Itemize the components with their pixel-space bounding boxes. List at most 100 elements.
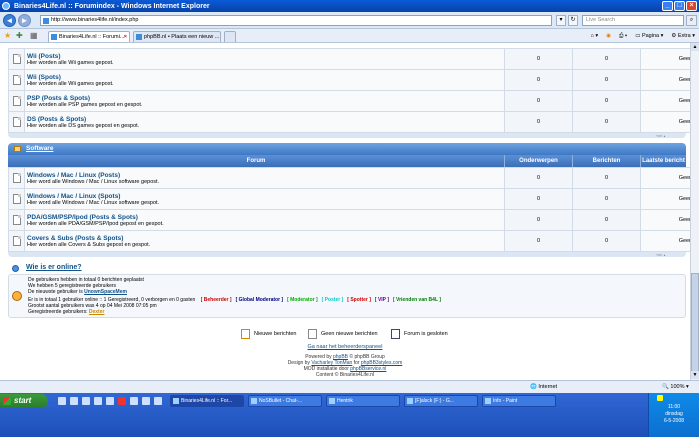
home-icon[interactable]: ⌂ ▾ [591, 31, 599, 41]
quicklaunch-icon[interactable] [82, 397, 90, 405]
quicklaunch-icon[interactable] [118, 397, 126, 405]
page-viewport: Wii (Posts) Hier worden alle Wii games ge… [0, 43, 690, 380]
forum-description: Hier worden alle PSP games gepost en ges… [27, 101, 143, 108]
quicklaunch-icon[interactable] [154, 397, 162, 405]
group-legend-item[interactable]: [ Moderator ] [287, 297, 318, 303]
security-zone: 🌐 Internet [530, 384, 558, 390]
legend-new-posts: Nieuwe berichten [241, 328, 297, 340]
forum-link[interactable]: PDA/GSM/PSP/Ipod (Posts & Spots) [27, 214, 504, 221]
forum-row: Covers & Subs (Posts & Spots) Hier worden… [8, 230, 690, 252]
quicklaunch-icon[interactable] [142, 397, 150, 405]
group-legend-item[interactable]: [ Beheerder ] [201, 297, 232, 303]
search-icon[interactable]: ⌕ [686, 15, 697, 26]
forum-posts: 0 [572, 111, 641, 133]
online-user-link[interactable]: Dexter [89, 309, 105, 315]
forum-row: PSP (Posts & Spots) Hier worden alle PSP … [8, 90, 690, 112]
quicklaunch-icon[interactable] [70, 397, 78, 405]
clock[interactable]: 11:00 [649, 404, 699, 410]
forum-status-cell [8, 69, 25, 91]
group-legend-item[interactable]: [ Vrienden van B4L ] [393, 297, 441, 303]
forum-topics: 0 [504, 69, 573, 91]
back-button[interactable]: ◄ [3, 14, 16, 27]
category-footer: TOP ▲ [8, 252, 686, 257]
maximize-button[interactable]: □ [674, 1, 685, 11]
forum-topics: 0 [504, 167, 573, 189]
scroll-thumb[interactable] [691, 273, 699, 373]
taskbar-button[interactable]: Binaries4Life.nl :: For... [170, 395, 244, 407]
taskbar-button[interactable]: [F]alsck (F:) - G... [404, 395, 478, 407]
taskbar-button[interactable]: NoSBullet - Chat-... [248, 395, 322, 407]
search-input[interactable]: Live Search [582, 15, 684, 26]
tab-bar: ★ ✚ ▦ Binaries4Life.nl :: Forumi... × ph… [0, 29, 699, 43]
forum-topics: 0 [504, 230, 573, 252]
forum-link[interactable]: Wii (Posts) [27, 53, 504, 60]
forum-link[interactable]: DS (Posts & Spots) [27, 116, 504, 123]
tab-label: phpBB.nl • Plaats een nieuw ... [144, 34, 220, 40]
address-field[interactable]: http://www.binaries4life.nl/index.php [40, 15, 552, 26]
group-legend-item[interactable]: [ Poster ] [322, 297, 344, 303]
taskbar-button[interactable]: Hentrik [326, 395, 400, 407]
locked-forum-icon [391, 329, 400, 339]
group-legend-item[interactable]: [ Spotter ] [347, 297, 371, 303]
print-icon[interactable]: ⎙ ▾ [619, 31, 627, 41]
forum-read-icon [12, 194, 21, 204]
legend-locked: Forum is gesloten [391, 328, 448, 340]
back-to-top-link[interactable]: TOP ▲ [656, 134, 666, 138]
newest-user-link[interactable]: UnownSpaceMem [84, 289, 127, 295]
tab-phpbb[interactable]: phpBB.nl • Plaats een nieuw ... [133, 31, 221, 42]
tab-close-icon[interactable]: × [124, 32, 127, 42]
vertical-scrollbar[interactable]: ▲ ▼ [690, 43, 699, 380]
admin-panel-link[interactable]: Ga naar het beheerderspaneel [0, 344, 690, 350]
scroll-up-icon[interactable]: ▲ [691, 43, 699, 51]
dropdown-icon[interactable]: ▾ [556, 15, 566, 26]
back-to-top-link[interactable]: TOP ▲ [656, 253, 666, 257]
quicklaunch-icon[interactable] [106, 397, 114, 405]
group-legend-item[interactable]: [ VIP ] [375, 297, 389, 303]
feeds-icon[interactable]: ◉ [606, 31, 611, 41]
favorites-star-icon[interactable]: ★ [4, 31, 11, 41]
new-tab-button[interactable] [224, 31, 236, 42]
forward-button[interactable]: ► [18, 14, 31, 27]
software-category: Software Forum Onderwerpen Berichten Laa… [8, 143, 690, 257]
scroll-down-icon[interactable]: ▼ [691, 371, 699, 379]
close-button[interactable]: × [686, 1, 697, 11]
quicklaunch-icon[interactable] [94, 397, 102, 405]
who-is-online-link[interactable]: Wie is er online? [26, 264, 82, 271]
forum-link[interactable]: Windows / Mac / Linux (Posts) [27, 172, 504, 179]
forum-link[interactable]: Covers & Subs (Posts & Spots) [27, 235, 504, 242]
refresh-icon[interactable]: ↻ [568, 15, 578, 26]
forum-posts: 0 [572, 230, 641, 252]
start-button[interactable]: start [0, 394, 48, 408]
taskbar-label: Binaries4Life.nl :: For... [181, 398, 233, 404]
forum-link[interactable]: PSP (Posts & Spots) [27, 95, 504, 102]
forum-topics: 0 [504, 90, 573, 112]
tab-label: Binaries4Life.nl :: Forumi... [59, 34, 125, 40]
extra-menu[interactable]: ⚙ Extra ▾ [671, 31, 695, 41]
zoom-level[interactable]: 🔍 100% ▾ [662, 381, 689, 393]
forum-posts: 0 [572, 69, 641, 91]
forum-link[interactable]: Windows / Mac / Linux (Spots) [27, 193, 504, 200]
tray-icon[interactable] [657, 395, 663, 401]
forum-last-post: Geen berichten [640, 48, 690, 70]
forum-row: Wii (Posts) Hier worden alle Wii games ge… [8, 48, 690, 70]
forum-last-post: Geen berichten [640, 167, 690, 189]
forum-topics: 0 [504, 111, 573, 133]
forum-description: Hier worden alle DS games gepost en gesp… [27, 122, 140, 129]
category-title-link[interactable]: Software [26, 145, 53, 152]
add-favorite-icon[interactable]: ✚ [16, 31, 23, 41]
group-legend-item[interactable]: [ Global Moderator ] [236, 297, 284, 303]
quicklaunch-icon[interactable] [58, 397, 66, 405]
forum-topics: 0 [504, 48, 573, 70]
page-menu[interactable]: ▭ Pagina ▾ [635, 31, 663, 41]
minimize-button[interactable]: _ [662, 1, 673, 11]
taskbar-button[interactable]: Info - Paint [482, 395, 556, 407]
forum-link[interactable]: Wii (Spots) [27, 74, 504, 81]
extra-menu-label: Extra [677, 33, 691, 39]
header-last-post: Laatste bericht [640, 155, 686, 167]
tab-list-icon[interactable]: ▦ [30, 31, 38, 41]
forum-last-post: Geen berichten [640, 69, 690, 91]
no-new-posts-icon [308, 329, 317, 339]
tab-forumindex[interactable]: Binaries4Life.nl :: Forumi... × [48, 31, 130, 42]
quicklaunch-icon[interactable] [130, 397, 138, 405]
forum-posts: 0 [572, 90, 641, 112]
